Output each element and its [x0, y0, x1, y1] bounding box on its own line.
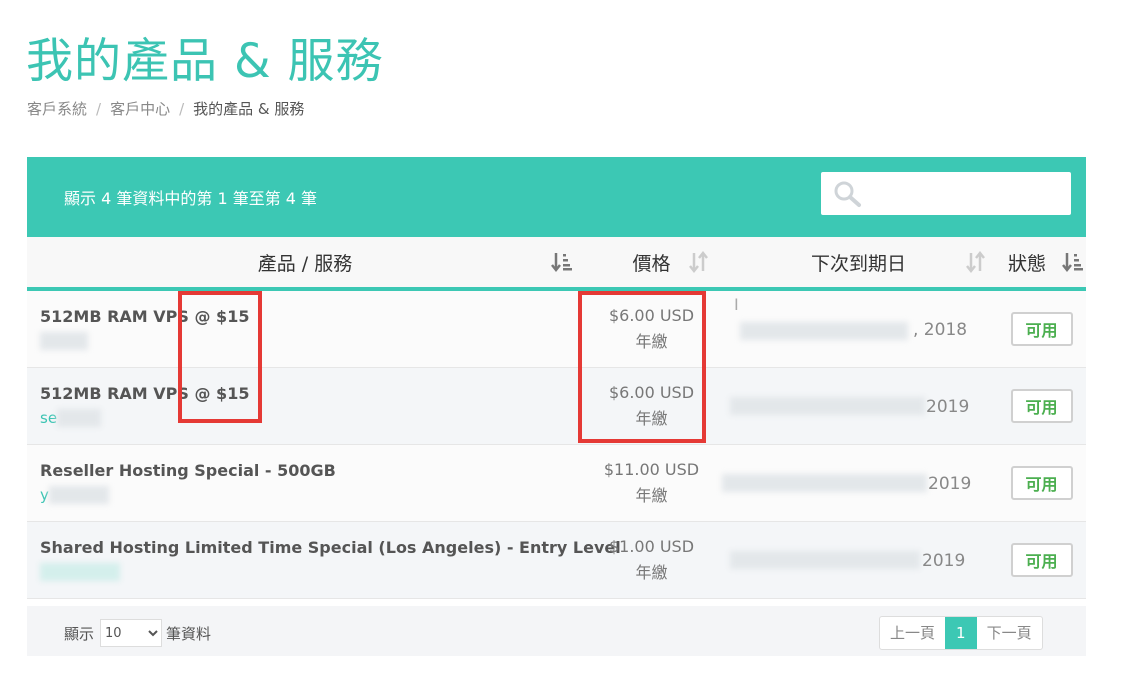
status-badge: 可用	[1010, 389, 1073, 423]
price-amount: $6.00 USD	[608, 306, 695, 325]
redacted-blur	[40, 332, 88, 350]
records-label: 筆資料	[166, 625, 212, 643]
page-title: 我的產品 & 服務	[26, 34, 384, 89]
due-date: , 2018	[913, 320, 968, 340]
status-cell: 可用	[997, 444, 1086, 522]
table-footer: 顯示 10 筆資料 上一頁 1 下一頁	[27, 606, 1086, 656]
product-domain[interactable]: se	[40, 409, 583, 429]
header-status[interactable]: 狀態	[997, 237, 1086, 291]
redacted-blur	[48, 486, 109, 504]
due-date: 2019	[926, 397, 970, 417]
due-date-cell: 2019	[720, 444, 997, 522]
products-table: 產品 / 服務 價格 下次到期日 狀態 512MB RAM VPS @ $15 …	[27, 237, 1086, 599]
breadcrumb: 客戶系統 / 客戶中心 / 我的產品 & 服務	[27, 98, 304, 119]
products-table-panel: 顯示 4 筆資料中的第 1 筆至第 4 筆 產品 / 服務 價格 下次到期日 狀…	[27, 157, 1086, 656]
header-product[interactable]: 產品 / 服務	[27, 237, 583, 291]
table-row[interactable]: Shared Hosting Limited Time Special (Los…	[27, 521, 1086, 599]
table-toolbar: 顯示 4 筆資料中的第 1 筆至第 4 筆	[27, 157, 1086, 237]
product-domain[interactable]	[40, 563, 583, 583]
next-page-button[interactable]: 下一頁	[977, 617, 1042, 649]
product-cell: 512MB RAM VPS @ $15 se	[27, 367, 583, 445]
price-amount: $11.00 USD	[603, 460, 700, 479]
status-badge: 可用	[1010, 466, 1073, 500]
due-date: 2019	[922, 551, 966, 571]
product-domain[interactable]	[40, 332, 583, 352]
breadcrumb-separator: /	[179, 100, 185, 118]
product-cell: Reseller Hosting Special - 500GB y	[27, 444, 583, 522]
redacted-blur	[730, 397, 925, 415]
status-cell: 可用	[997, 367, 1086, 445]
due-date-cell: 2019	[720, 367, 997, 445]
search-box[interactable]	[821, 172, 1071, 215]
breadcrumb-item-current: 我的產品 & 服務	[193, 100, 305, 118]
product-name: Shared Hosting Limited Time Special (Los…	[40, 537, 621, 557]
status-cell: 可用	[997, 521, 1086, 599]
product-name: 512MB RAM VPS @ $15	[40, 383, 250, 403]
product-name: Reseller Hosting Special - 500GB	[40, 460, 336, 480]
page-number-button[interactable]: 1	[945, 617, 977, 649]
breadcrumb-separator: /	[96, 100, 102, 118]
billing-cycle: 年繳	[635, 563, 668, 582]
breadcrumb-item-system[interactable]: 客戶系統	[27, 100, 87, 118]
pagination: 上一頁 1 下一頁	[879, 616, 1043, 650]
records-info: 顯示 4 筆資料中的第 1 筆至第 4 筆	[64, 189, 318, 208]
table-row[interactable]: 512MB RAM VPS @ $15 se $6.00 USD 年繳 2019…	[27, 367, 1086, 445]
search-icon	[834, 181, 861, 207]
table-row[interactable]: Reseller Hosting Special - 500GB y $11.0…	[27, 444, 1086, 522]
redacted-blur	[57, 409, 102, 427]
billing-cycle: 年繳	[635, 332, 668, 351]
sort-both-icon	[966, 251, 985, 273]
breadcrumb-item-center[interactable]: 客戶中心	[110, 100, 170, 118]
search-input[interactable]	[871, 180, 1065, 208]
prev-page-button[interactable]: 上一頁	[880, 617, 945, 649]
price-cell: $6.00 USD 年繳	[583, 289, 720, 368]
price-cell: $1.00 USD 年繳	[583, 521, 720, 599]
price-cell: $6.00 USD 年繳	[583, 367, 720, 445]
product-domain[interactable]: y	[40, 486, 583, 506]
product-cell: Shared Hosting Limited Time Special (Los…	[27, 521, 621, 599]
redacted-blur	[740, 322, 908, 340]
redacted-blur	[730, 551, 920, 569]
status-badge: 可用	[1010, 312, 1073, 346]
due-date-cell: 2019	[720, 521, 997, 599]
due-date-cell: I , 2018	[720, 289, 997, 368]
status-cell: 可用	[997, 289, 1086, 368]
page-size-select[interactable]: 10	[100, 619, 162, 647]
sort-both-icon	[689, 251, 708, 273]
table-row[interactable]: 512MB RAM VPS @ $15 $6.00 USD 年繳 I , 201…	[27, 289, 1086, 368]
sort-desc-icon	[1062, 253, 1083, 273]
price-cell: $11.00 USD 年繳	[583, 444, 720, 522]
product-cell: 512MB RAM VPS @ $15	[27, 289, 583, 368]
sort-desc-icon	[551, 253, 572, 273]
header-next-due-date[interactable]: 下次到期日	[720, 237, 997, 291]
date-prefix: I	[734, 295, 739, 314]
header-price[interactable]: 價格	[583, 237, 720, 291]
price-amount: $6.00 USD	[608, 383, 695, 402]
status-badge: 可用	[1010, 543, 1073, 577]
billing-cycle: 年繳	[635, 409, 668, 428]
billing-cycle: 年繳	[635, 486, 668, 505]
product-name: 512MB RAM VPS @ $15	[40, 306, 250, 326]
due-date: 2019	[928, 474, 972, 494]
redacted-blur	[40, 563, 120, 581]
page-size-label: 顯示	[64, 625, 95, 643]
redacted-blur	[722, 474, 927, 492]
